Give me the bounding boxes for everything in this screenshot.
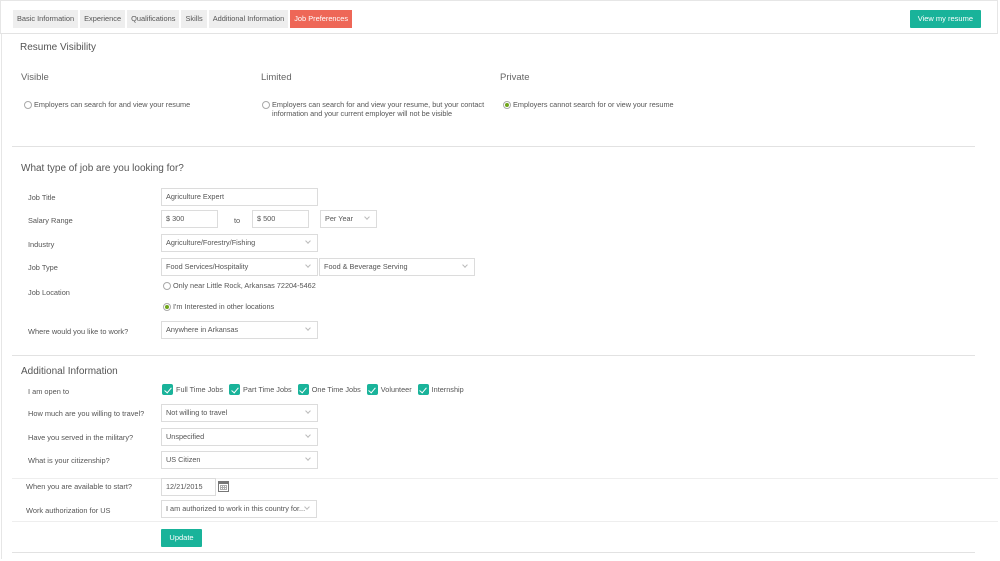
checkmark-icon xyxy=(297,384,309,395)
radio-icon xyxy=(262,101,270,109)
visibility-visible-radio[interactable]: Employers can search for and view your r… xyxy=(24,100,190,109)
visibility-limited-text-line2: information and your current employer wi… xyxy=(272,109,453,118)
start-date-label: When you are available to start? xyxy=(26,482,132,491)
citizenship-value: US Citizen xyxy=(166,455,201,464)
salary-max-input[interactable]: $ 500 xyxy=(252,210,309,228)
chevron-down-icon xyxy=(462,262,468,268)
industry-value: Agriculture/Forestry/Fishing xyxy=(166,238,256,247)
salary-min-input[interactable]: $ 300 xyxy=(161,210,218,228)
checkbox-part-time[interactable]: Part Time Jobs xyxy=(229,384,292,395)
checkbox-one-time[interactable]: One Time Jobs xyxy=(297,384,361,395)
job-type-select[interactable]: Food Services/Hospitality xyxy=(161,258,318,276)
travel-value: Not willing to travel xyxy=(166,408,228,417)
open-to-checkboxes: Full Time Jobs Part Time Jobs One Time J… xyxy=(162,384,470,395)
checkbox-volunteer[interactable]: Volunteer xyxy=(366,384,412,395)
chevron-down-icon xyxy=(305,325,311,331)
travel-select[interactable]: Not willing to travel xyxy=(161,404,318,422)
location-near-text: Only near Little Rock, Arkansas 72204-54… xyxy=(173,281,316,290)
job-type-label: Job Type xyxy=(28,263,58,272)
update-button[interactable]: Update xyxy=(161,529,202,547)
visibility-visible-text: Employers can search for and view your r… xyxy=(34,100,191,109)
job-subtype-select[interactable]: Food & Beverage Serving xyxy=(319,258,475,276)
tab-additional-information[interactable]: Additional Information xyxy=(208,10,289,28)
chevron-down-icon xyxy=(305,238,311,244)
view-resume-button[interactable]: View my resume xyxy=(909,10,981,28)
military-value: Unspecified xyxy=(166,432,205,441)
citizenship-select[interactable]: US Citizen xyxy=(161,451,318,469)
open-to-label: I am open to xyxy=(28,387,70,396)
tab-list: Basic Information Experience Qualificati… xyxy=(13,10,354,28)
salary-period-value: Per Year xyxy=(325,214,353,223)
job-type-value: Food Services/Hospitality xyxy=(166,262,249,271)
where-work-select[interactable]: Anywhere in Arkansas xyxy=(161,321,318,339)
checkmark-icon xyxy=(229,384,241,395)
industry-label: Industry xyxy=(28,240,55,249)
military-label: Have you served in the military? xyxy=(28,433,134,442)
visibility-private-text: Employers cannot search for or view your… xyxy=(513,100,674,109)
job-location-label: Job Location xyxy=(28,288,70,297)
tab-job-preferences[interactable]: Job Preferences xyxy=(290,10,353,28)
calendar-icon[interactable] xyxy=(218,481,229,492)
checkbox-internship[interactable]: Internship xyxy=(417,384,464,395)
chevron-down-icon xyxy=(305,408,311,414)
top-bar: Basic Information Experience Qualificati… xyxy=(0,0,998,34)
divider xyxy=(12,552,975,553)
salary-to-label: to xyxy=(234,216,241,225)
work-auth-select[interactable]: I am authorized to work in this country … xyxy=(161,500,317,518)
radio-selected-icon xyxy=(163,303,171,311)
limited-heading: Limited xyxy=(261,72,292,83)
checkbox-label: Volunteer xyxy=(380,385,412,394)
resume-visibility-title: Resume Visibility xyxy=(20,42,96,53)
checkbox-label: Part Time Jobs xyxy=(243,385,292,394)
military-select[interactable]: Unspecified xyxy=(161,428,318,446)
chevron-down-icon xyxy=(305,455,311,461)
divider xyxy=(12,146,975,147)
chevron-down-icon xyxy=(305,432,311,438)
visibility-limited-text: Employers can search for and view your r… xyxy=(272,100,484,118)
travel-label: How much are you willing to travel? xyxy=(28,409,145,418)
location-other-radio[interactable]: I'm Interested in other locations xyxy=(163,302,274,311)
tab-basic-information[interactable]: Basic Information xyxy=(13,10,79,28)
checkbox-label: Internship xyxy=(431,385,464,394)
additional-section-title: Additional Information xyxy=(21,366,118,377)
citizenship-label: What is your citizenship? xyxy=(28,456,110,465)
checkbox-label: One Time Jobs xyxy=(311,385,361,394)
overlay-strip xyxy=(12,478,998,522)
industry-select[interactable]: Agriculture/Forestry/Fishing xyxy=(161,234,318,252)
job-title-input[interactable]: Agriculture Expert xyxy=(161,188,318,206)
radio-icon xyxy=(163,282,171,290)
where-work-value: Anywhere in Arkansas xyxy=(166,325,239,334)
work-auth-value: I am authorized to work in this country … xyxy=(166,504,306,513)
radio-icon xyxy=(24,101,32,109)
checkbox-full-time[interactable]: Full Time Jobs xyxy=(162,384,223,395)
checkmark-icon xyxy=(162,384,173,395)
visibility-private-radio[interactable]: Employers cannot search for or view your… xyxy=(503,100,674,109)
chevron-down-icon xyxy=(305,262,311,268)
radio-selected-icon xyxy=(503,101,511,109)
divider xyxy=(12,355,975,356)
salary-range-label: Salary Range xyxy=(28,216,73,225)
checkmark-icon xyxy=(366,384,378,395)
work-auth-label: Work authorization for US xyxy=(26,506,111,515)
tab-experience[interactable]: Experience xyxy=(80,10,126,28)
where-work-label: Where would you like to work? xyxy=(28,327,129,336)
job-title-label: Job Title xyxy=(28,193,56,202)
visibility-limited-text-line1: Employers can search for and view your r… xyxy=(272,100,485,109)
checkbox-label: Full Time Jobs xyxy=(176,385,224,394)
location-near-radio[interactable]: Only near Little Rock, Arkansas 72204-54… xyxy=(163,281,316,290)
visible-heading: Visible xyxy=(21,72,49,83)
checkmark-icon xyxy=(417,384,429,395)
salary-period-select[interactable]: Per Year xyxy=(320,210,377,228)
chevron-down-icon xyxy=(364,214,370,220)
tab-skills[interactable]: Skills xyxy=(181,10,207,28)
start-date-input[interactable]: 12/21/2015 xyxy=(161,478,216,496)
tab-qualifications[interactable]: Qualifications xyxy=(127,10,180,28)
location-other-text: I'm Interested in other locations xyxy=(173,302,275,311)
job-section-title: What type of job are you looking for? xyxy=(21,163,184,174)
private-heading: Private xyxy=(500,72,530,83)
visibility-limited-radio[interactable]: Employers can search for and view your r… xyxy=(262,100,502,118)
job-subtype-value: Food & Beverage Serving xyxy=(324,262,408,271)
